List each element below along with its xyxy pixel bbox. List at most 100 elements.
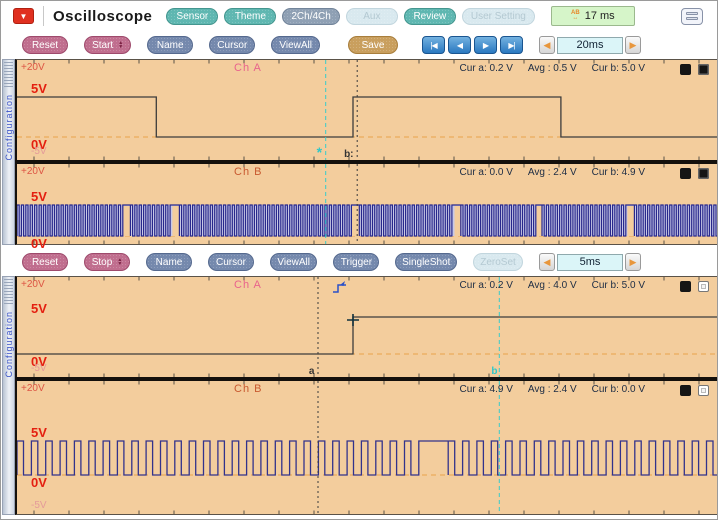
a-b-interval-icon — [571, 11, 580, 21]
panel1-channel-a: +20V Ch A Cur a: 0.2 V Avg : 0.5 V Cur b… — [17, 60, 717, 160]
range-label: +20V — [21, 62, 45, 73]
v5-label: 5V — [31, 426, 47, 440]
timebase-control: 5ms — [539, 253, 641, 271]
avg-value: Avg : 2.4 V — [528, 384, 577, 395]
single-shot-button[interactable]: SingleShot — [395, 253, 457, 271]
v5-label: 5V — [31, 82, 47, 96]
channel-swatch-icon[interactable] — [680, 281, 691, 292]
reset-button[interactable]: Reset — [22, 253, 68, 271]
timebase-value[interactable]: 20ms — [557, 37, 623, 54]
scope-panel-1: Configuration +20V Ch A Cur a: 0.2 V Avg… — [2, 59, 718, 245]
channel-toggle-icon[interactable] — [698, 168, 709, 179]
spinner-icon — [117, 258, 122, 267]
waveform-ch-b — [17, 381, 717, 514]
v5-label: 5V — [31, 190, 47, 204]
cursor-marker-a[interactable]: * — [317, 144, 322, 160]
go-last-button[interactable] — [500, 36, 523, 54]
start-button[interactable]: Start — [84, 36, 131, 54]
cursor-marker-b[interactable]: b: — [344, 149, 353, 160]
cursor-button[interactable]: Cursor — [208, 253, 254, 271]
range-label: +20V — [21, 383, 45, 394]
cursor-a-value: Cur a: 4.9 V — [460, 384, 513, 395]
timebase-value[interactable]: 5ms — [557, 254, 623, 271]
separator — [43, 6, 44, 26]
review-button[interactable]: Review — [404, 8, 456, 25]
user-setting-button[interactable]: User Setting — [462, 8, 535, 25]
theme-button[interactable]: Theme — [224, 8, 276, 25]
v5-label: 5V — [31, 302, 47, 316]
panel2-channel-b: +20V Ch B Cur a: 4.9 V Avg : 2.4 V Cur b… — [17, 381, 717, 514]
avg-value: Avg : 0.5 V — [528, 63, 577, 74]
timebase-increase-button[interactable] — [625, 253, 641, 271]
trigger-edge-icon[interactable] — [332, 280, 347, 294]
channel-toggle-icon[interactable] — [698, 385, 709, 396]
channel-name: Ch B — [234, 383, 262, 395]
cursor-a-value: Cur a: 0.2 V — [460, 280, 513, 291]
channel-swatch-icon[interactable] — [680, 385, 691, 396]
scope-display-2: +20V Ch A Cur a: 0.2 V Avg : 4.0 V Cur b… — [15, 276, 718, 515]
configuration-tab[interactable]: Configuration — [2, 59, 15, 245]
reset-button[interactable]: Reset — [22, 36, 68, 54]
cursor-readout: Cur a: 0.0 V Avg : 2.4 V Cur b: 4.9 V — [460, 167, 645, 178]
go-prev-button[interactable] — [448, 36, 471, 54]
stacked-windows-icon[interactable] — [681, 8, 703, 25]
go-first-button[interactable] — [422, 36, 445, 54]
timebase-increase-button[interactable] — [625, 36, 641, 54]
channel-name: Ch A — [234, 279, 262, 291]
trigger-button[interactable]: Trigger — [333, 253, 379, 271]
go-next-button[interactable] — [474, 36, 497, 54]
v0-label: 0V — [31, 476, 47, 490]
channel-toggle-icon[interactable] — [698, 64, 709, 75]
channel-mode-button[interactable]: 2Ch/4Ch — [282, 8, 339, 25]
avg-value: Avg : 4.0 V — [528, 280, 577, 291]
aux-button[interactable]: Aux — [346, 8, 398, 25]
avg-value: Avg : 2.4 V — [528, 167, 577, 178]
app-title: Oscilloscope — [53, 8, 152, 25]
ab-interval-readout: 17 ms — [551, 6, 635, 26]
cursor-b-value: Cur b: 0.0 V — [592, 384, 645, 395]
app-menu-icon[interactable] — [13, 8, 34, 24]
vm5-label: -5V — [31, 146, 47, 157]
configuration-tab[interactable]: Configuration — [2, 276, 15, 515]
channel-toggle-icon[interactable] — [698, 281, 709, 292]
scope-display-1: +20V Ch A Cur a: 0.2 V Avg : 0.5 V Cur b… — [15, 59, 718, 245]
cursor-marker-b[interactable]: b — [491, 366, 497, 377]
titlebar: Oscilloscope Sensor Theme 2Ch/4Ch Aux Re… — [1, 1, 717, 31]
cursor-a-value: Cur a: 0.0 V — [460, 167, 513, 178]
cursor-marker-a[interactable]: a — [309, 366, 315, 377]
timebase-decrease-button[interactable] — [539, 36, 555, 54]
cursor-button[interactable]: Cursor — [209, 36, 255, 54]
stop-button[interactable]: Stop — [84, 253, 130, 271]
save-button[interactable]: Save — [348, 36, 398, 54]
grip-icon — [4, 279, 13, 305]
name-button[interactable]: Name — [146, 253, 192, 271]
cursor-b-value: Cur b: 5.0 V — [592, 63, 645, 74]
cursor-readout: Cur a: 4.9 V Avg : 2.4 V Cur b: 0.0 V — [460, 384, 645, 395]
ab-interval-value: 17 ms — [585, 10, 615, 22]
sensor-button[interactable]: Sensor — [166, 8, 218, 25]
cursor-b-value: Cur b: 4.9 V — [592, 167, 645, 178]
cursor-readout: Cur a: 0.2 V Avg : 0.5 V Cur b: 5.0 V — [460, 63, 645, 74]
range-label: +20V — [21, 279, 45, 290]
scope-panel-2: Configuration +20V Ch A Cur a: 0.2 V Avg… — [2, 276, 718, 515]
view-all-button[interactable]: ViewAll — [271, 36, 320, 54]
playback-nav-group — [422, 36, 523, 54]
vm5-label: -5V — [31, 363, 47, 374]
channel-swatch-icon[interactable] — [680, 64, 691, 75]
name-button[interactable]: Name — [147, 36, 193, 54]
range-label: +20V — [21, 166, 45, 177]
channel-swatch-icon[interactable] — [680, 168, 691, 179]
channel-name: Ch B — [234, 166, 262, 178]
panel2-channel-a: +20V Ch A Cur a: 0.2 V Avg : 4.0 V Cur b… — [17, 277, 717, 377]
timebase-decrease-button[interactable] — [539, 253, 555, 271]
waveform-ch-a — [17, 277, 717, 377]
zero-set-button[interactable]: ZeroSet — [473, 253, 523, 271]
cursor-a-value: Cur a: 0.2 V — [460, 63, 513, 74]
view-all-button[interactable]: ViewAll — [270, 253, 317, 271]
panel1-channel-b: +20V Ch B Cur a: 0.0 V Avg : 2.4 V Cur b… — [17, 164, 717, 244]
timebase-control: 20ms — [539, 36, 641, 54]
spinner-icon — [118, 41, 123, 50]
grip-icon — [4, 62, 13, 88]
waveform-ch-a — [17, 60, 717, 160]
channel-name: Ch A — [234, 62, 262, 74]
